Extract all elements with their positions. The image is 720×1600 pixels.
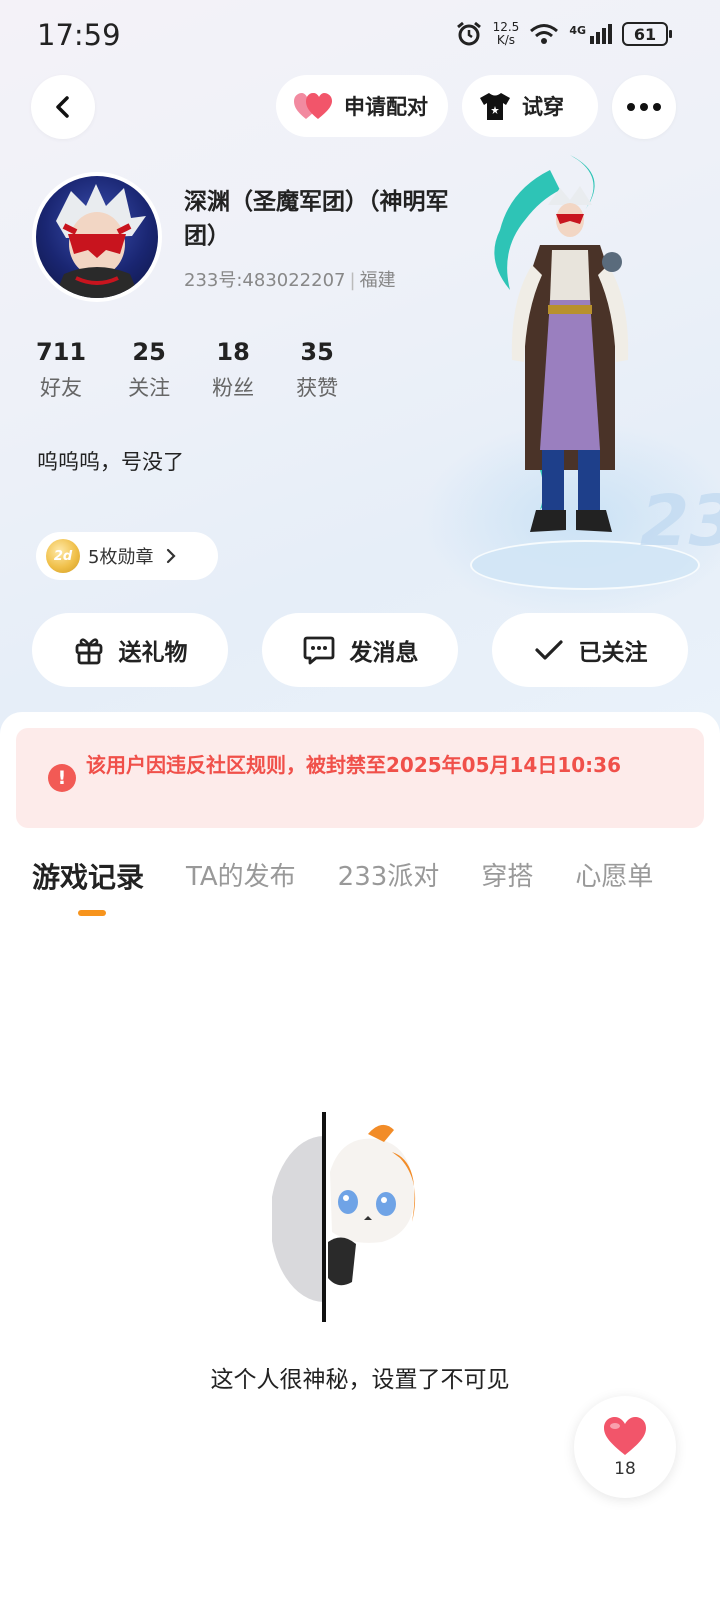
stat-label: 获赞 — [296, 376, 339, 400]
profile-location: 福建 — [359, 270, 396, 291]
badges-button[interactable]: 2d 5枚勋章 — [36, 532, 218, 580]
avatar[interactable] — [32, 172, 162, 302]
stat-label: 粉丝 — [212, 376, 255, 400]
medal-icon: 2d — [46, 539, 80, 573]
profile-tabs: 游戏记录 TA的发布 233派对 穿搭 心愿单 — [32, 856, 695, 896]
net-speed: 12.5 K/s — [493, 21, 520, 47]
avatar-character-image — [54, 184, 146, 298]
id-separator: | — [349, 270, 356, 291]
profile-bio: 呜呜呜，号没了 — [37, 450, 184, 474]
mascot-peeking-illustration — [272, 1112, 416, 1322]
following-label: 已关注 — [578, 640, 648, 666]
double-heart-icon — [294, 93, 332, 119]
profile-name: 深渊（圣魔军团）（神明军团） — [184, 189, 449, 249]
warning-icon: ! — [48, 764, 76, 792]
stat-label: 好友 — [40, 376, 83, 400]
net-speed-unit: K/s — [496, 33, 516, 47]
cellular-signal-icon: 4G — [569, 24, 612, 44]
send-message-button[interactable]: 发消息 — [262, 613, 458, 687]
badges-label: 5枚勋章 — [88, 547, 154, 568]
stat-likes[interactable]: 35 获赞 — [296, 338, 338, 402]
stat-value: 25 — [132, 338, 166, 366]
pair-request-button[interactable]: 申请配对 — [276, 75, 448, 137]
empty-state-message: 这个人很神秘，设置了不可见 — [210, 1367, 510, 1393]
status-icons: 12.5 K/s 4G 61 — [455, 20, 672, 48]
wifi-icon — [530, 24, 559, 44]
stat-value: 711 — [36, 338, 87, 366]
chevron-left-icon — [56, 96, 69, 118]
gift-icon — [75, 638, 102, 665]
active-tab-indicator — [78, 910, 106, 916]
battery-level: 61 — [633, 24, 657, 44]
try-on-button[interactable]: 试穿 — [462, 75, 598, 137]
battery-icon: 61 — [622, 22, 672, 46]
send-gift-label: 送礼物 — [118, 640, 188, 666]
chat-bubble-icon — [303, 636, 334, 665]
checkmark-icon — [534, 640, 563, 660]
alarm-icon — [456, 21, 481, 46]
try-on-label: 试穿 — [522, 95, 564, 119]
more-dots-icon — [627, 103, 661, 111]
more-options-button[interactable] — [612, 75, 676, 139]
tshirt-icon — [480, 93, 510, 120]
back-button[interactable] — [31, 75, 95, 139]
chevron-right-icon — [167, 548, 177, 564]
status-bar: 17:59 12.5 K/s 4G 61 — [0, 0, 720, 70]
heart-icon — [604, 1417, 646, 1455]
profile-stats: 711 好友 25 关注 18 粉丝 35 获赞 — [36, 338, 380, 402]
tab-game-records[interactable]: 游戏记录 — [32, 856, 144, 896]
tab-wishlist[interactable]: 心愿单 — [575, 856, 653, 896]
ban-notice: ! 该用户因违反社区规则，被封禁至2025年05月14日10:36 — [16, 728, 704, 828]
pair-request-label: 申请配对 — [344, 95, 428, 119]
stat-label: 关注 — [128, 376, 171, 400]
character-3d-model[interactable] — [470, 150, 670, 560]
stat-friends[interactable]: 711 好友 — [36, 338, 86, 402]
following-button[interactable]: 已关注 — [492, 613, 688, 687]
send-message-label: 发消息 — [349, 640, 419, 666]
status-time: 17:59 — [37, 18, 121, 52]
send-gift-button[interactable]: 送礼物 — [32, 613, 228, 687]
stat-value: 18 — [216, 338, 250, 366]
profile-id-line: 233号:483022207 | 福建 — [184, 266, 396, 292]
network-type: 4G — [569, 24, 586, 37]
tab-233-party[interactable]: 233派对 — [338, 856, 440, 896]
like-count: 18 — [614, 1459, 636, 1479]
ban-notice-text: 该用户因违反社区规则，被封禁至2025年05月14日10:36 — [86, 753, 621, 777]
stat-following[interactable]: 25 关注 — [128, 338, 170, 402]
profile-id: 233号:483022207 — [184, 270, 346, 291]
stat-fans[interactable]: 18 粉丝 — [212, 338, 254, 402]
tab-outfits[interactable]: 穿搭 — [481, 856, 533, 896]
tab-posts[interactable]: TA的发布 — [186, 856, 296, 896]
like-button[interactable]: 18 — [574, 1396, 676, 1498]
stat-value: 35 — [300, 338, 334, 366]
